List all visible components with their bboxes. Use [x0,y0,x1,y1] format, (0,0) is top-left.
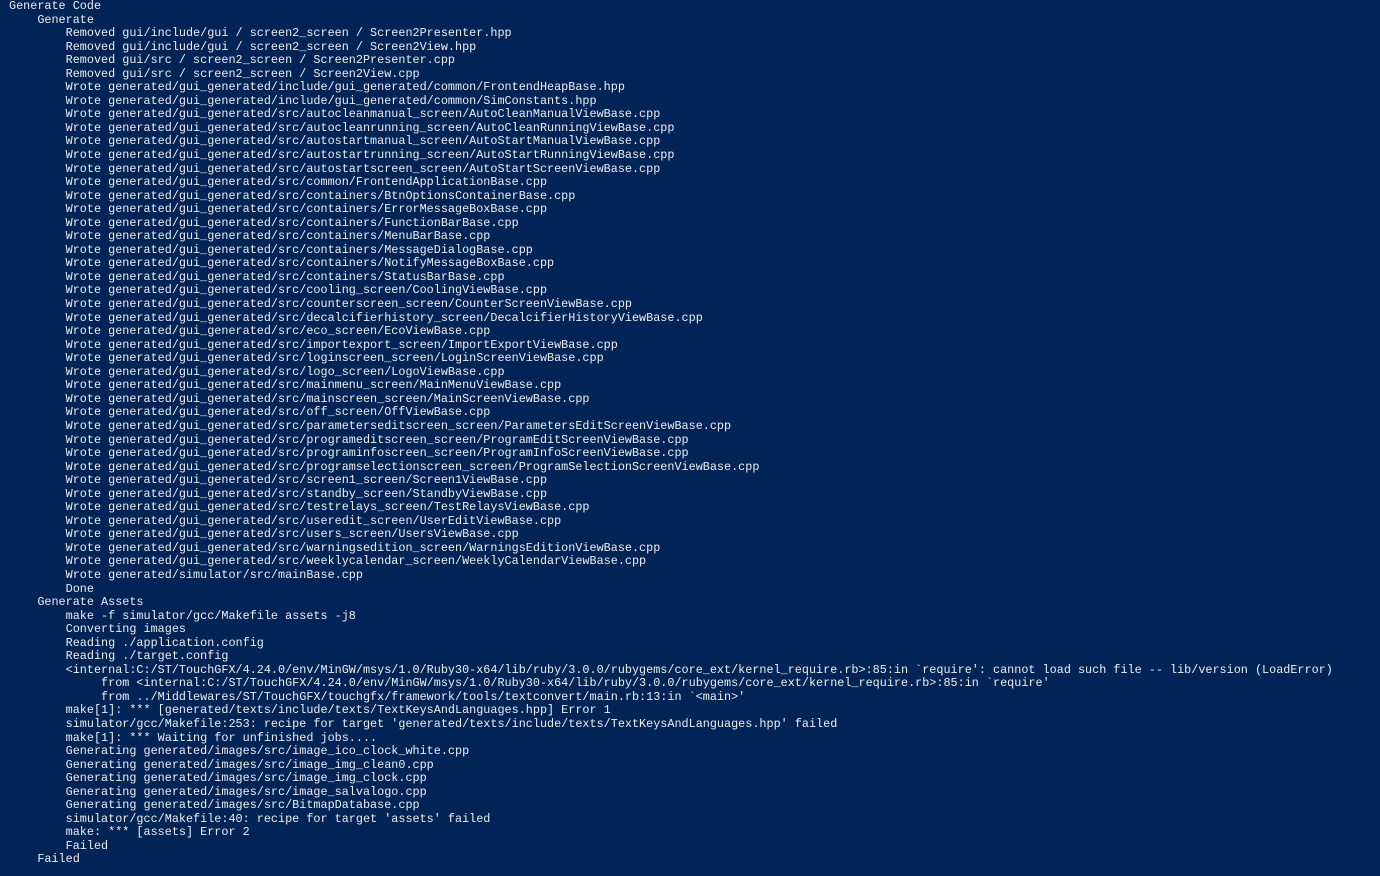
terminal-line: Wrote generated/gui_generated/include/gu… [9,80,625,95]
terminal-line: Wrote generated/gui_generated/src/logo_s… [9,364,505,379]
terminal-line: Reading ./target.config [9,649,229,664]
terminal-line: Failed [9,838,109,853]
terminal-line: Generate [9,12,94,27]
terminal-line: Wrote generated/gui_generated/src/mainsc… [9,391,590,406]
terminal-line: Generating generated/images/src/BitmapDa… [9,798,420,813]
terminal-line: Wrote generated/gui_generated/src/contai… [9,188,576,203]
terminal-line: Wrote generated/gui_generated/src/autost… [9,161,661,176]
terminal-line: Wrote generated/gui_generated/src/contai… [9,242,533,257]
terminal-line: Wrote generated/gui_generated/src/standb… [9,486,548,501]
terminal-line: Generating generated/images/src/image_im… [9,757,434,772]
terminal-line: Wrote generated/gui_generated/src/usered… [9,513,562,528]
terminal-line: Wrote generated/gui_generated/src/coolin… [9,283,548,298]
terminal-line: Wrote generated/gui_generated/src/logins… [9,351,604,366]
terminal-line: Wrote generated/gui_generated/src/contai… [9,202,548,217]
terminal-line: Wrote generated/gui_generated/src/testre… [9,500,590,515]
terminal-line: Failed [9,852,80,867]
terminal-line: Generate Code [9,0,102,13]
terminal-line: make: *** [assets] Error 2 [9,825,250,840]
terminal-line: Wrote generated/gui_generated/src/autocl… [9,120,675,135]
terminal-line: Wrote generated/simulator/src/mainBase.c… [9,567,363,582]
terminal-line: Wrote generated/gui_generated/src/contai… [9,229,491,244]
terminal-line: Wrote generated/gui_generated/include/gu… [9,93,597,108]
terminal-line: Wrote generated/gui_generated/src/autost… [9,148,675,163]
terminal-line: Wrote generated/gui_generated/src/mainme… [9,378,562,393]
terminal-line: Wrote generated/gui_generated/src/import… [9,337,618,352]
terminal-line: Wrote generated/gui_generated/src/screen… [9,473,548,488]
terminal-line: Wrote generated/gui_generated/src/progra… [9,459,760,474]
terminal-line: simulator/gcc/Makefile:253: recipe for t… [9,716,838,731]
terminal-output[interactable]: Generate Code Generate Removed gui/inclu… [0,0,1380,876]
terminal-line: Generating generated/images/src/image_im… [9,771,427,786]
terminal-line: Wrote generated/gui_generated/src/users_… [9,527,519,542]
terminal-line: make -f simulator/gcc/Makefile assets -j… [9,608,356,623]
terminal-line: simulator/gcc/Makefile:40: recipe for ta… [9,811,491,826]
terminal-line: Generate Assets [9,595,144,610]
terminal-line: Generating generated/images/src/image_sa… [9,784,427,799]
terminal-line: Wrote generated/gui_generated/src/weekly… [9,554,647,569]
terminal-line: make[1]: *** Waiting for unfinished jobs… [9,730,378,745]
terminal-line: Wrote generated/gui_generated/src/decalc… [9,310,703,325]
terminal-line: Wrote generated/gui_generated/src/counte… [9,297,632,312]
terminal-line: Removed gui/include/gui / screen2_screen… [9,26,512,41]
terminal-line: make[1]: *** [generated/texts/include/te… [9,703,611,718]
terminal-line: Wrote generated/gui_generated/src/warnin… [9,540,661,555]
terminal-line: Wrote generated/gui_generated/src/contai… [9,256,555,271]
terminal-line: Wrote generated/gui_generated/src/progra… [9,432,689,447]
terminal-line: Generating generated/images/src/image_ic… [9,744,470,759]
terminal-line: Done [9,581,94,596]
terminal-line: Wrote generated/gui_generated/src/common… [9,175,548,190]
terminal-line: Removed gui/src / screen2_screen / Scree… [9,66,420,81]
terminal-line: <internal:C:/ST/TouchGFX/4.24.0/env/MinG… [9,662,1333,677]
terminal-line: Wrote generated/gui_generated/src/autost… [9,134,661,149]
terminal-line: Wrote generated/gui_generated/src/progra… [9,446,689,461]
terminal-line: Removed gui/src / screen2_screen / Scree… [9,53,455,68]
terminal-line: Removed gui/include/gui / screen2_screen… [9,39,477,54]
terminal-line: Reading ./application.config [9,635,264,650]
terminal-line: Wrote generated/gui_generated/src/contai… [9,215,519,230]
terminal-line: Wrote generated/gui_generated/src/off_sc… [9,405,491,420]
terminal-line: Wrote generated/gui_generated/src/eco_sc… [9,324,491,339]
terminal-line: Wrote generated/gui_generated/src/contai… [9,269,505,284]
terminal-line: from <internal:C:/ST/TouchGFX/4.24.0/env… [9,676,1050,691]
terminal-line: Wrote generated/gui_generated/src/autocl… [9,107,661,122]
terminal-line: from ../Middlewares/ST/TouchGFX/touchgfx… [9,689,746,704]
terminal-line: Wrote generated/gui_generated/src/parame… [9,418,732,433]
terminal-line: Converting images [9,622,186,637]
